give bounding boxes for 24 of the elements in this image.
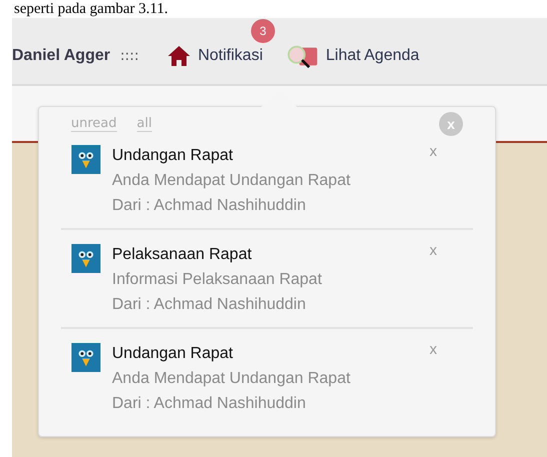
caption-text: seperti pada gambar 3.11. (13, 0, 169, 18)
notification-message: Anda Mendapat Undangan Rapat (112, 369, 352, 389)
notification-sender: Dari : Achmad Nashihuddin (112, 196, 307, 216)
filter-link[interactable]: unread (71, 116, 117, 132)
notification-title: Undangan Rapat (112, 344, 234, 364)
bird-avatar-icon (71, 145, 101, 174)
notification-sender: Dari : Achmad Nashihuddin (112, 394, 307, 414)
dismiss-button[interactable]: x (426, 143, 441, 160)
dismiss-button[interactable]: x (426, 242, 441, 259)
notification-message: Informasi Pelaksanaan Rapat (112, 270, 323, 290)
dismiss-button[interactable]: x (426, 341, 441, 358)
agenda-link[interactable]: Lihat Agenda (284, 44, 420, 68)
bird-avatar-icon (71, 343, 101, 372)
separator-text: :::: (120, 48, 139, 64)
magnifier-calendar-icon (284, 44, 319, 68)
notification-message: Anda Mendapat Undangan Rapat (112, 171, 352, 191)
notification-sender: Dari : Achmad Nashihuddin (112, 295, 307, 315)
house-icon (166, 45, 191, 67)
notification-title: Undangan Rapat (112, 146, 234, 166)
filter-link[interactable]: all (136, 116, 152, 132)
bird-avatar-icon (71, 244, 101, 273)
user-name: Daniel Agger (12, 47, 110, 65)
count-badge: 3 (250, 19, 275, 43)
notification-title: Pelaksanaan Rapat (112, 245, 253, 265)
